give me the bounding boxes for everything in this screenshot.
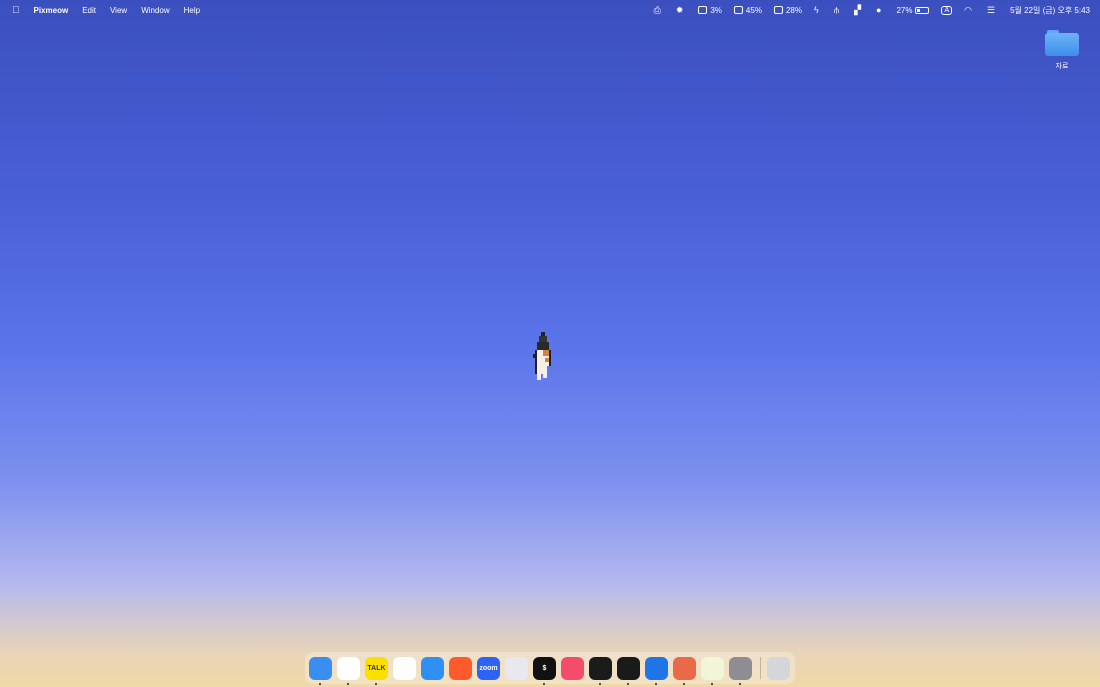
control-center-icon: ☰	[986, 4, 996, 15]
dock: TALK zoom $	[305, 652, 795, 685]
menu-window[interactable]: Window	[141, 6, 169, 15]
running-indicator	[711, 682, 713, 685]
dock-terminal-label: $	[542, 664, 547, 672]
dock-zoom-label: zoom	[479, 664, 498, 672]
running-indicator	[655, 682, 657, 685]
status-item-layout[interactable]: ▞	[854, 5, 864, 16]
menu-edit[interactable]: Edit	[82, 6, 96, 15]
dock-finder-icon[interactable]	[309, 656, 332, 685]
dock-github-icon[interactable]	[617, 656, 640, 685]
memory-icon	[733, 6, 743, 14]
running-indicator	[319, 682, 321, 685]
storage-icon	[773, 6, 783, 14]
sun-icon: ✹	[675, 4, 684, 15]
chat-icon: ●	[876, 5, 882, 15]
running-indicator	[543, 682, 545, 685]
status-item-memory[interactable]: 45%	[733, 5, 762, 15]
battery-text: 27%	[896, 5, 913, 15]
running-indicator	[683, 682, 685, 685]
dock-zoom-icon[interactable]: zoom	[477, 656, 500, 680]
bolt-icon: ϟ	[813, 5, 819, 15]
status-item-wifi[interactable]: ◠	[964, 5, 975, 16]
status-item-network[interactable]: ⫛	[834, 5, 842, 16]
dock-claude-icon[interactable]	[673, 656, 696, 685]
dock-music-icon[interactable]	[561, 656, 584, 680]
folder-icon	[1045, 30, 1079, 56]
menubar-clock[interactable]: 5월 22일 (금) 오후 5:43	[1010, 5, 1090, 16]
dock-system-settings-icon[interactable]	[729, 656, 752, 685]
layout-icon: ▞	[854, 4, 861, 15]
running-indicator	[627, 682, 629, 685]
status-item-printer[interactable]: ⎙	[654, 5, 664, 16]
dock-perplexity-icon[interactable]	[505, 656, 528, 680]
running-indicator	[347, 682, 349, 685]
running-indicator	[375, 682, 377, 685]
cpu-text: 3%	[710, 5, 722, 15]
dock-terminal-icon[interactable]: $	[533, 656, 556, 685]
status-item-storage[interactable]: 28%	[773, 5, 802, 15]
memory-text: 45%	[745, 5, 762, 15]
status-item-battery[interactable]: 27%	[896, 5, 930, 15]
running-indicator	[599, 682, 601, 685]
status-item-control-center[interactable]: ☰	[987, 5, 998, 16]
dock-separator	[760, 657, 761, 679]
status-item-sun[interactable]: ✹	[676, 5, 687, 16]
dock-pixmeow-icon[interactable]	[701, 656, 724, 685]
running-indicator	[739, 682, 741, 685]
wifi-icon: ◠	[964, 4, 972, 15]
status-item-chat[interactable]: ●	[876, 5, 884, 15]
dock-chrome-icon[interactable]	[337, 656, 360, 685]
cpu-icon	[698, 6, 708, 14]
storage-text: 28%	[785, 5, 802, 15]
network-icon: ⫛	[833, 4, 840, 15]
dock-kakaotalk-icon[interactable]: TALK	[365, 656, 388, 685]
status-item-cpu[interactable]: 3%	[698, 6, 722, 15]
dock-reddit-icon[interactable]	[449, 656, 472, 680]
desktop-folder[interactable]: 자료	[1044, 30, 1080, 71]
dock-activity-icon[interactable]	[589, 656, 612, 685]
folder-label: 자료	[1055, 63, 1069, 70]
dock-mail-icon[interactable]	[421, 656, 444, 680]
status-item-bolt[interactable]: ϟ	[814, 5, 822, 15]
pixel-cat-icon[interactable]	[529, 332, 555, 382]
menu-view[interactable]: View	[110, 6, 127, 15]
battery-icon	[915, 6, 930, 14]
dock-photos-icon[interactable]	[393, 656, 416, 680]
dock-kakaotalk-label: TALK	[367, 664, 386, 672]
input-source-icon: A	[941, 5, 953, 15]
status-item-input[interactable]: A	[941, 5, 953, 15]
trash-icon[interactable]	[767, 656, 790, 680]
menu-bar:  Pixmeow Edit View Window Help ⎙ ✹ 3% 4…	[0, 0, 1100, 20]
menu-app-name[interactable]: Pixmeow	[34, 6, 69, 15]
menu-help[interactable]: Help	[184, 6, 200, 15]
dock-xcode-icon[interactable]	[645, 656, 668, 685]
apple-icon[interactable]: 	[12, 5, 20, 16]
printer-icon: ⎙	[653, 4, 661, 15]
